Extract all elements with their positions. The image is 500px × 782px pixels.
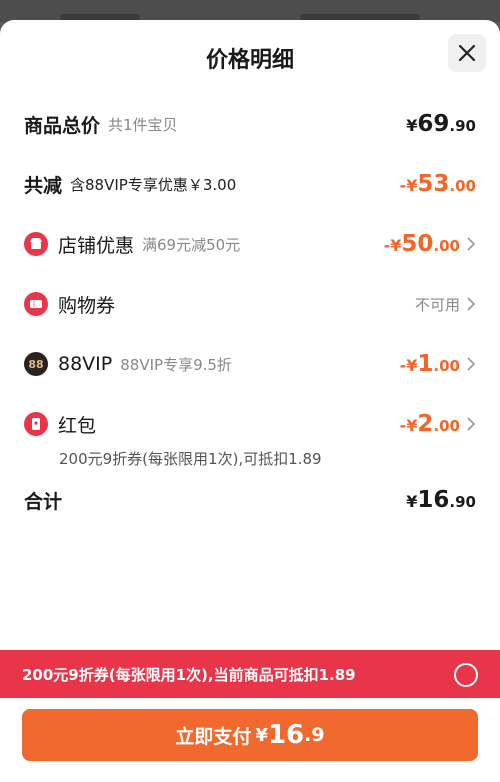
88vip-icon: 88 xyxy=(24,352,48,376)
shop-discount-label: 店铺优惠 xyxy=(58,234,135,257)
row-sum: 合计 ¥16.90 xyxy=(24,482,476,518)
pay-symbol: ¥ xyxy=(255,724,268,746)
chevron-right-icon xyxy=(467,357,476,371)
sheet-title: 价格明细 xyxy=(205,48,294,73)
price-detail-sheet: 价格明细 商品总价 共1件宝贝 ¥69.90 共减 含88VIP专享优惠￥3.0… xyxy=(0,20,500,782)
coupon-label: 购物券 xyxy=(58,294,116,317)
reduce-label: 共减 xyxy=(24,174,63,197)
coupon-banner[interactable]: 200元9折券(每张限用1次),当前商品可抵扣1.89 xyxy=(0,650,500,698)
coupon-icon xyxy=(24,292,48,316)
pay-amount-int: 16 xyxy=(267,720,305,750)
coupon-radio[interactable] xyxy=(454,663,478,687)
row-goods-total: 商品总价 共1件宝贝 ¥69.90 xyxy=(24,106,476,142)
row-88vip[interactable]: 88 88VIP 88VIP专享9.5折 -¥ 1.00 xyxy=(24,346,476,382)
reduce-amount: -¥ 53.00 xyxy=(399,171,476,197)
vip-label: 88VIP xyxy=(58,353,113,375)
sum-label: 合计 xyxy=(24,490,63,513)
background-overlay xyxy=(0,0,500,22)
vip-discount-amount: -¥ 1.00 xyxy=(399,351,460,377)
coupon-banner-text: 200元9折券(每张限用1次),当前商品可抵扣1.89 xyxy=(22,665,356,684)
shop-discount-amount: -¥ 50.00 xyxy=(383,231,460,257)
shop-discount-rule: 满69元减50元 xyxy=(142,235,241,254)
red-packet-amount: -¥ 2.00 xyxy=(399,411,460,437)
red-packet-note: 200元9折券(每张限用1次),可抵扣1.89 xyxy=(59,450,322,468)
vip-discount-rule: 88VIP专享9.5折 xyxy=(120,355,232,374)
pay-amount-dec: .9 xyxy=(304,724,325,746)
close-icon xyxy=(458,44,476,62)
pay-label: 立即支付 xyxy=(175,725,252,748)
pay-now-button[interactable]: 立即支付 ¥16.9 xyxy=(22,709,478,761)
chevron-right-icon xyxy=(467,237,476,251)
goods-total-amount: ¥69.90 xyxy=(406,111,476,137)
row-total-reduce: 共减 含88VIP专享优惠￥3.00 -¥ 53.00 xyxy=(24,166,476,202)
chevron-right-icon xyxy=(467,417,476,431)
close-button[interactable] xyxy=(448,34,486,72)
reduce-detail: 含88VIP专享优惠￥3.00 xyxy=(70,175,237,194)
goods-total-label: 商品总价 xyxy=(24,114,101,137)
row-shopping-coupon[interactable]: 购物券 不可用 xyxy=(24,286,476,322)
goods-count: 共1件宝贝 xyxy=(108,115,178,134)
sum-amount: ¥16.90 xyxy=(406,487,476,513)
red-packet-label: 红包 xyxy=(58,414,97,437)
row-shop-discount[interactable]: 店铺优惠 满69元减50元 -¥ 50.00 xyxy=(24,226,476,262)
coupon-status: 不可用 xyxy=(414,295,460,314)
row-red-packet[interactable]: 红包 -¥ 2.00 xyxy=(24,406,476,442)
red-packet-icon xyxy=(24,412,48,436)
chevron-right-icon xyxy=(467,297,476,311)
shop-icon xyxy=(24,232,48,256)
